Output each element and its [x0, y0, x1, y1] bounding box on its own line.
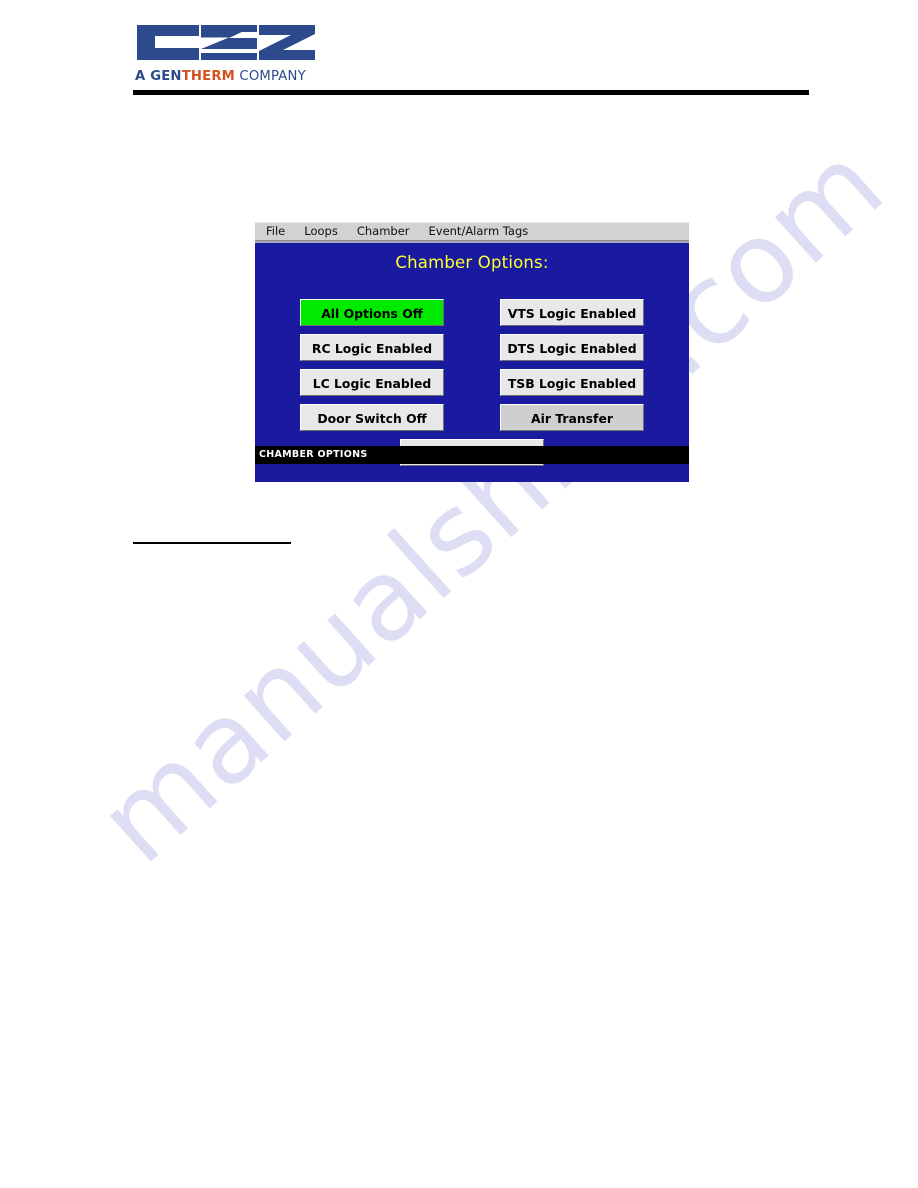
tagline-gen: GEN	[150, 69, 182, 84]
button-door-switch-off[interactable]: Door Switch Off	[300, 404, 444, 431]
menu-item-file[interactable]: File	[266, 225, 285, 238]
menu-bar: File Loops Chamber Event/Alarm Tags	[255, 222, 689, 241]
tagline-company: COMPANY	[235, 69, 306, 84]
button-tsb-logic-enabled[interactable]: TSB Logic Enabled	[500, 369, 644, 396]
options-button-grid: All Options Off VTS Logic Enabled RC Log…	[255, 299, 689, 466]
csz-logo: A GENTHERM COMPANY	[133, 16, 319, 92]
menu-item-event-alarm-tags[interactable]: Event/Alarm Tags	[429, 225, 529, 238]
chamber-options-window: File Loops Chamber Event/Alarm Tags Cham…	[255, 222, 689, 482]
options-row: LC Logic Enabled TSB Logic Enabled	[255, 369, 689, 396]
menu-item-loops[interactable]: Loops	[304, 225, 338, 238]
button-air-transfer[interactable]: Air Transfer	[500, 404, 644, 431]
menu-item-chamber[interactable]: Chamber	[357, 225, 410, 238]
options-row: RC Logic Enabled DTS Logic Enabled	[255, 334, 689, 361]
header-divider	[133, 90, 809, 95]
button-rc-logic-enabled[interactable]: RC Logic Enabled	[300, 334, 444, 361]
button-dts-logic-enabled[interactable]: DTS Logic Enabled	[500, 334, 644, 361]
page-title: Chamber Options:	[395, 253, 549, 272]
page-watermark: manualshive.com	[0, 0, 918, 1188]
button-lc-logic-enabled[interactable]: LC Logic Enabled	[300, 369, 444, 396]
options-row: Door Switch Off Air Transfer	[255, 404, 689, 431]
status-bar: CHAMBER OPTIONS	[255, 446, 689, 464]
tagline-therm: THERM	[181, 69, 236, 84]
chamber-options-body: Chamber Options: All Options Off VTS Log…	[255, 243, 689, 466]
options-row: All Options Off VTS Logic Enabled	[255, 299, 689, 326]
csz-tagline: A GENTHERM COMPANY	[135, 70, 306, 83]
button-vts-logic-enabled[interactable]: VTS Logic Enabled	[500, 299, 644, 326]
tagline-a: A	[135, 69, 151, 84]
csz-wordmark-icon	[137, 25, 315, 60]
footnote-divider	[133, 542, 291, 544]
button-all-options-off[interactable]: All Options Off	[300, 299, 444, 326]
